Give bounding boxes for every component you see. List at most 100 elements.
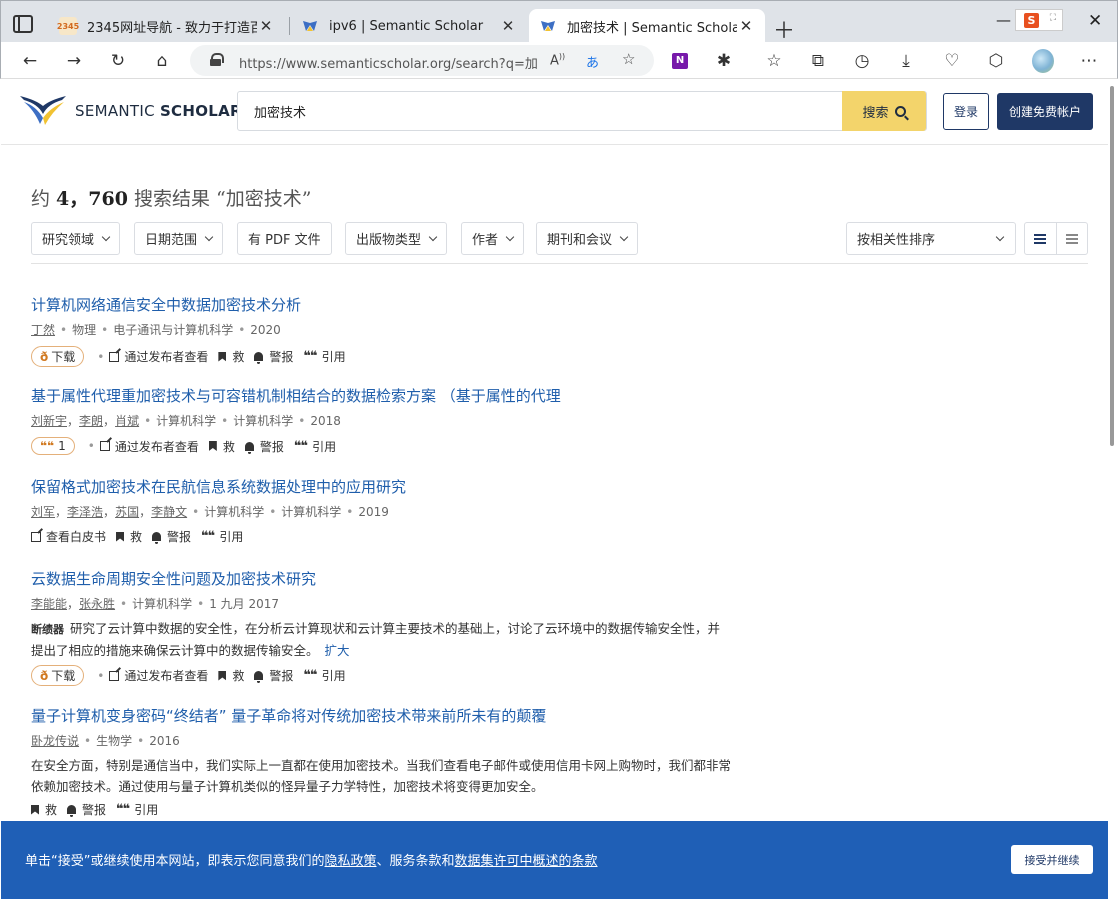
home-icon[interactable]: ⌂ [151,50,173,72]
login-button[interactable]: 登录 [943,93,989,130]
browser-essentials-icon[interactable]: ♡ [941,50,963,72]
author-link[interactable]: 李静文 [151,505,187,519]
history-icon[interactable]: ◷ [851,50,873,72]
page-scrollbar[interactable] [1108,80,1117,899]
author-link[interactable]: 苏国 [115,505,139,519]
quote-icon: ❝❝ [40,439,55,453]
view-expanded-button[interactable] [1025,223,1057,254]
view-whitepaper-button[interactable]: 查看白皮书 [31,528,106,545]
alert-button[interactable]: 警报 [254,667,293,684]
author-link[interactable]: 刘新宇 [31,414,67,428]
download-button[interactable]: ð 下载 [31,346,85,367]
result-title[interactable]: 保留格式加密技术在民航信息系统数据处理中的应用研究 [31,476,751,497]
close-icon[interactable]: ✕ [737,17,755,35]
cite-button[interactable]: ❝❝ 引用 [294,438,336,455]
view-compact-button[interactable] [1057,223,1088,254]
author-link[interactable]: 李能能 [31,597,67,611]
close-icon[interactable]: ✕ [257,17,275,35]
author-link[interactable]: 肖斌 [115,414,139,428]
result-title[interactable]: 云数据生命周期安全性问题及加密技术研究 [31,568,751,589]
dataset-license-link[interactable]: 数据集许可中概述的条款 [455,854,598,869]
cite-button[interactable]: ❝❝ 引用 [303,348,345,365]
save-button[interactable]: 救 [218,667,244,684]
filter-date-range[interactable]: 日期范围 [134,222,224,255]
minimize-icon[interactable]: — [996,11,1011,29]
result-title[interactable]: 基于属性代理重加密技术与可容错机制相结合的数据检索方案 （基于属性的代理 [31,385,751,406]
alert-button[interactable]: 警报 [152,528,191,545]
translate-icon[interactable]: あ [586,52,599,71]
cite-button[interactable]: ❝❝ 引用 [116,801,158,818]
author-link[interactable]: 李泽浩 [67,505,103,519]
collections-icon[interactable]: ⧉ [807,50,829,72]
add-favorite-icon[interactable]: ☆ [622,50,635,68]
search-button[interactable]: 搜索 [842,91,926,131]
new-tab-icon[interactable]: ＋ [773,13,795,45]
search-input[interactable] [238,92,844,130]
favorites-icon[interactable]: ☆ [763,50,785,72]
view-via-publisher-button[interactable]: 通过发布者查看 [109,348,208,365]
filter-label: 研究领域 [42,233,95,248]
alert-button[interactable]: 警报 [254,348,293,365]
result-title[interactable]: 量子计算机变身密码“终结者” 量子革命将对传统加密技术带来前所未有的颠覆 [31,705,751,726]
alert-button[interactable]: 警报 [244,438,284,455]
signup-button[interactable]: 创建免费帐户 [997,93,1093,130]
site-logo-text[interactable]: SEMANTIC SCHOLAR [75,102,242,120]
filter-field-of-study[interactable]: 研究领域 [31,222,121,255]
ime-indicator[interactable]: S ⛶ [1015,9,1063,31]
save-button[interactable]: 救 [31,801,57,818]
author-link[interactable]: 张永胜 [79,597,115,611]
save-button[interactable]: 救 [218,348,244,365]
filter-publication-type[interactable]: 出版物类型 [345,222,448,255]
filter-has-pdf[interactable]: 有 PDF 文件 [237,222,332,255]
accept-continue-button[interactable]: 接受并继续 [1011,845,1093,874]
result-title[interactable]: 计算机网络通信安全中数据加密技术分析 [31,294,751,315]
close-icon[interactable]: ✕ [499,17,517,35]
abstract-text: 研究了云计算中数据的安全性，在分析云计算现状和云计算主要技术的基础上，讨论了云环… [31,621,721,658]
author-link[interactable]: 李朗 [79,414,103,428]
downloads-icon[interactable]: ⤓ [895,50,917,72]
author-link[interactable]: 刘军 [31,505,55,519]
download-label: 下载 [51,350,76,364]
privacy-policy-link[interactable]: 隐私政策 [324,854,376,869]
refresh-icon[interactable]: ↻ [107,50,129,72]
performance-icon[interactable]: ⬡ [985,50,1007,72]
tab-ipv6[interactable]: ipv6 | Semantic Scholar ✕ [291,9,527,43]
extensions-icon[interactable]: ✱ [713,50,735,72]
expand-link[interactable]: 扩大 [325,643,350,658]
read-aloud-icon[interactable]: A)) [550,52,565,68]
download-button[interactable]: ð 下载 [31,665,85,686]
save-label: 救 [130,530,143,544]
filter-journals-conferences[interactable]: 期刊和会议 [536,222,639,255]
sort-select[interactable]: 按相关性排序 [846,222,1016,255]
forward-icon[interactable]: → [63,50,85,72]
alert-button[interactable]: 警报 [67,801,106,818]
author-link[interactable]: 丁然 [31,323,55,337]
window-close-icon[interactable]: ✕ [1088,11,1102,31]
lock-icon[interactable] [210,53,224,66]
filter-author[interactable]: 作者 [461,222,525,255]
url-text[interactable]: https://www.semanticscholar.org/search?q… [239,53,539,72]
filter-label: 有 PDF 文件 [248,233,321,248]
back-icon[interactable]: ← [19,50,41,72]
cite-button[interactable]: ❝❝ 引用 [201,528,243,545]
view-via-publisher-button[interactable]: 通过发布者查看 [109,667,208,684]
cite-label: 引用 [312,439,337,454]
save-button[interactable]: 救 [116,528,142,545]
tab-encryption[interactable]: 加密技术 | Semantic Scholar ✕ [529,9,765,43]
external-link-icon [109,351,120,362]
scrollbar-thumb[interactable] [1110,86,1114,446]
field-of-study: 计算机科学 [281,505,342,519]
onenote-icon[interactable]: N [669,50,691,72]
tab-actions-icon[interactable] [13,15,33,33]
more-menu-icon[interactable]: ⋯ [1078,50,1100,72]
view-via-publisher-button[interactable]: 通过发布者查看 [99,438,199,455]
semantic-scholar-logo-icon[interactable] [18,92,68,128]
author-link[interactable]: 卧龙传说 [31,734,79,748]
tab-2345[interactable]: 2345 2345网址导航 - 致力于打造百年 ✕ [49,9,285,43]
citation-count-badge[interactable]: ❝❝ 1 [31,437,75,455]
save-button[interactable]: 救 [208,438,235,455]
cite-button[interactable]: ❝❝ 引用 [303,667,345,684]
address-bar[interactable]: https://www.semanticscholar.org/search?q… [190,45,654,76]
profile-avatar[interactable] [1032,49,1054,73]
chevron-down-icon [619,232,629,241]
